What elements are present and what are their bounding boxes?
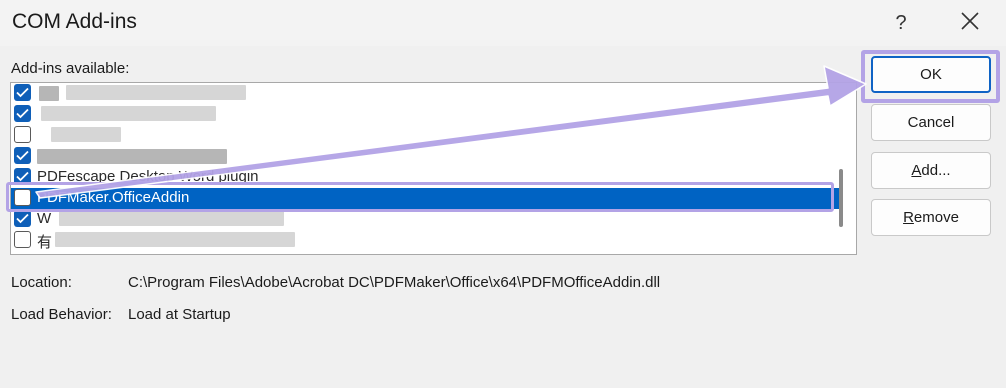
annotation-arrow xyxy=(35,65,867,199)
